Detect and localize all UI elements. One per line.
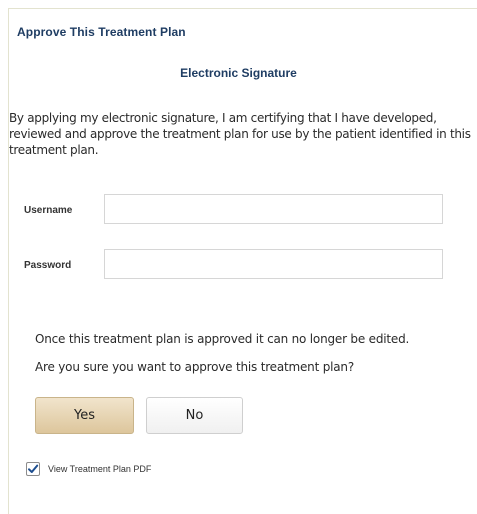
username-label: Username	[24, 205, 73, 216]
view-pdf-option: View Treatment Plan PDF	[26, 460, 151, 478]
approve-question-text: Are you sure you want to approve this tr…	[35, 360, 354, 374]
checkmark-icon	[28, 464, 39, 473]
section-title: Electronic Signature	[180, 66, 297, 80]
yes-button-label: Yes	[74, 408, 95, 423]
edit-warning-text: Once this treatment plan is approved it …	[35, 332, 410, 346]
password-label: Password	[24, 260, 72, 271]
certification-text: By applying my electronic signature, I a…	[9, 111, 471, 157]
view-pdf-label[interactable]: View Treatment Plan PDF	[48, 464, 151, 474]
no-button[interactable]: No	[146, 397, 243, 434]
username-field[interactable]	[104, 194, 443, 224]
yes-button[interactable]: Yes	[35, 397, 134, 434]
view-pdf-checkbox[interactable]	[26, 462, 40, 476]
no-button-label: No	[185, 408, 204, 423]
dialog-title: Approve This Treatment Plan	[17, 25, 186, 39]
password-field[interactable]	[104, 249, 443, 279]
